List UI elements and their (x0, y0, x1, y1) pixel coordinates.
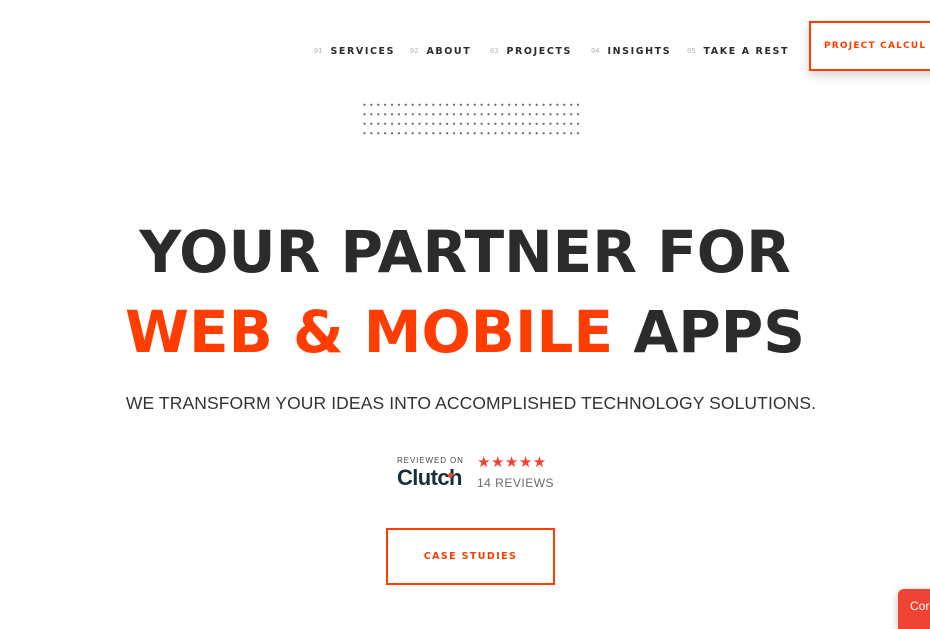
nav-number: 01 (314, 47, 323, 55)
clutch-logo: Clutch (397, 465, 462, 490)
hero-subtitle: WE TRANSFORM YOUR IDEAS INTO ACCOMPLISHE… (125, 393, 817, 413)
nav-label: SERVICES (330, 45, 396, 57)
nav-item-take-a-rest[interactable]: 05 TAKE A REST (687, 46, 787, 57)
nav-item-projects[interactable]: 03 PROJECTS (490, 46, 591, 57)
nav-number: 03 (490, 47, 499, 55)
nav-label: INSIGHTS (607, 45, 672, 57)
hero-title-accent: WEB & MOBILE (124, 298, 614, 366)
hero-title-line-2: WEB & MOBILE APPS (0, 297, 930, 367)
hero-title-line-1: YOUR PARTNER FOR (139, 218, 791, 286)
hero-title-rest: APPS (613, 298, 806, 366)
nav-label: ABOUT (426, 45, 472, 57)
nav-label: TAKE A REST (703, 45, 790, 57)
clutch-review-badge[interactable]: REVIEWED ON Clutch ★★★★★ 14 REVIEWS (397, 453, 557, 493)
case-studies-label: CASE STUDIES (423, 551, 518, 562)
dot-pattern (361, 100, 581, 140)
clutch-logo-dot (448, 473, 453, 478)
contact-tab-label: Cor (910, 599, 930, 613)
nav-number: 04 (591, 47, 600, 55)
star-rating-icon: ★★★★★ (477, 453, 547, 471)
nav-number: 05 (687, 47, 696, 55)
main-nav: 01 SERVICES 02 ABOUT 03 PROJECTS 04 INSI… (314, 43, 787, 59)
review-count: 14 REVIEWS (477, 476, 555, 490)
case-studies-button[interactable]: CASE STUDIES (386, 528, 555, 585)
nav-item-insights[interactable]: 04 INSIGHTS (591, 46, 687, 57)
project-calculator-button[interactable]: PROJECT CALCUL (809, 21, 930, 71)
nav-item-about[interactable]: 02 ABOUT (410, 46, 490, 57)
nav-number: 02 (410, 47, 419, 55)
reviewed-on-label: REVIEWED ON (397, 456, 464, 465)
nav-label: PROJECTS (506, 45, 572, 57)
contact-tab[interactable]: Cor (898, 589, 930, 629)
nav-item-services[interactable]: 01 SERVICES (314, 46, 410, 57)
project-calculator-label: PROJECT CALCUL (824, 41, 927, 51)
